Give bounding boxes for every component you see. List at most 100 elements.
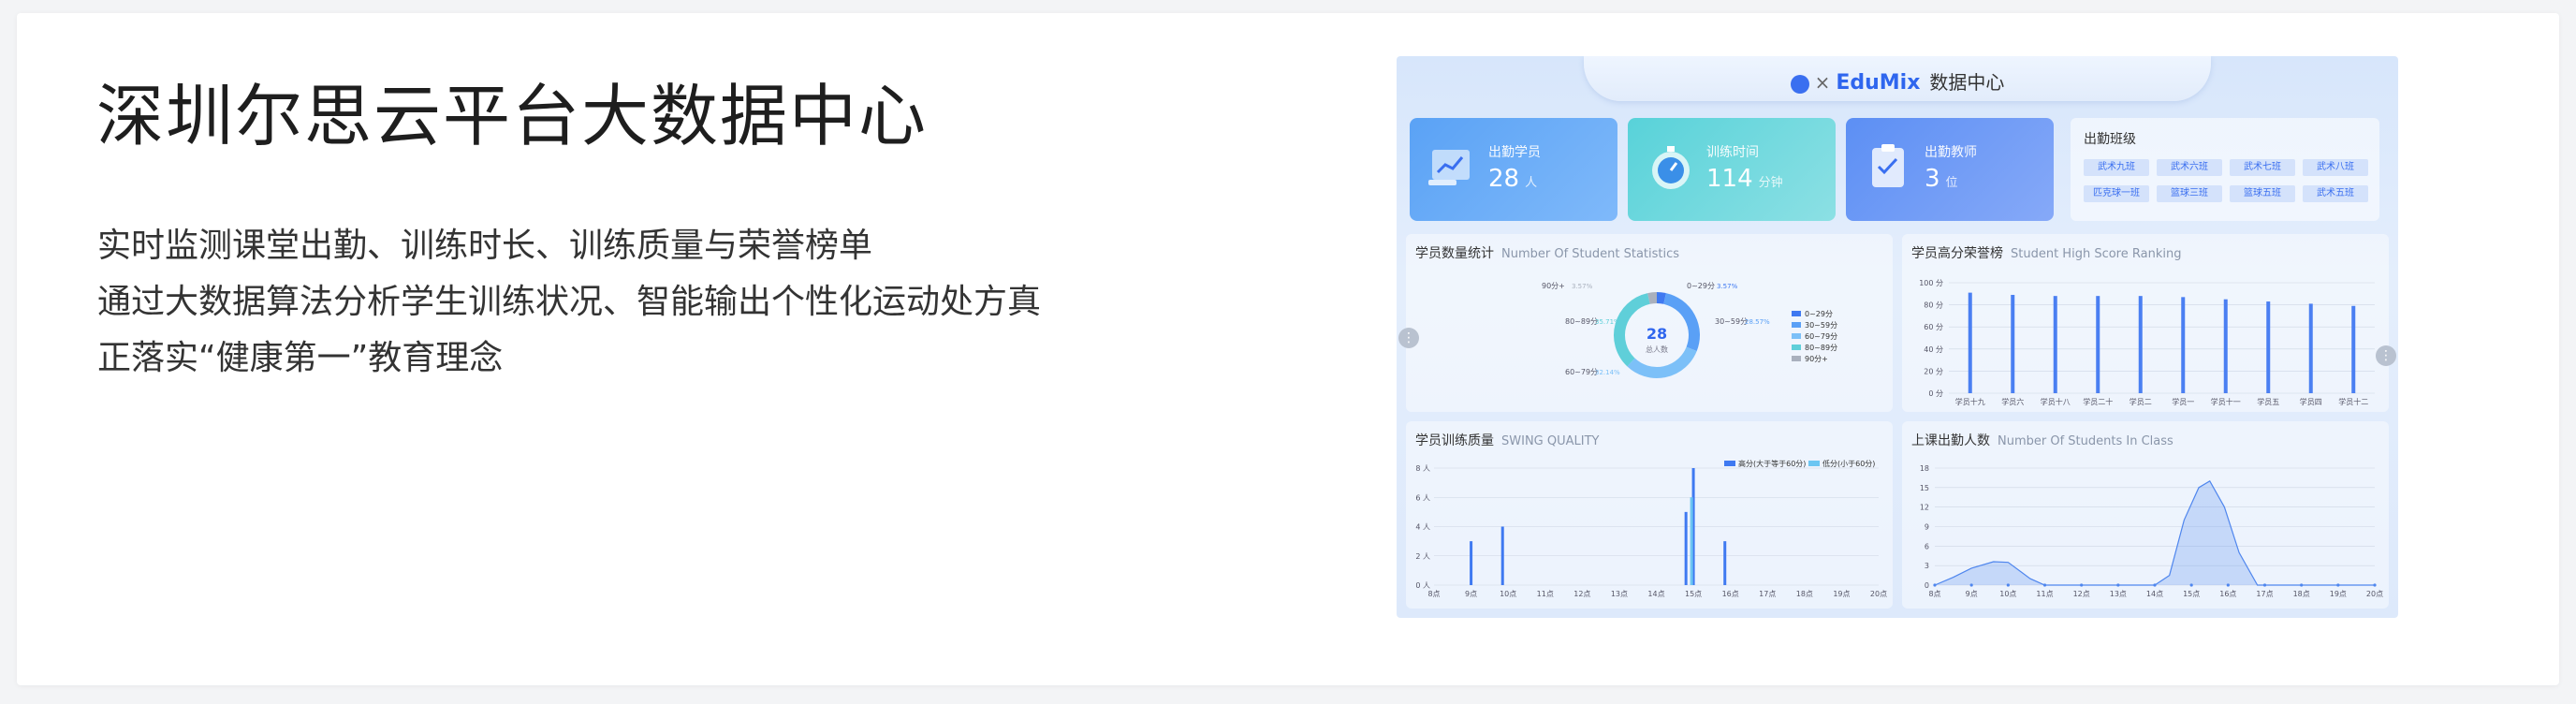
y-tick-label: 18 — [1920, 464, 1929, 473]
rank-bar — [2096, 296, 2100, 393]
legend-swatch — [1808, 461, 1820, 466]
description-line-2: 通过大数据算法分析学生训练状况、智能输出个性化运动处方真 — [97, 283, 1042, 321]
x-tick-label: 17点 — [2256, 590, 2273, 598]
more-vertical-icon[interactable]: ⋮ — [1398, 328, 1419, 348]
y-tick-label: 6 人 — [1415, 493, 1430, 502]
donut-center-value: 28 — [1647, 325, 1667, 343]
legend-label: 高分(大于等于60分) — [1738, 459, 1806, 468]
school-logo-icon — [1790, 74, 1809, 94]
x-tick-label: 学员六 — [2001, 397, 2024, 406]
data-point — [2116, 583, 2120, 587]
x-tick-label: 20点 — [1870, 590, 1887, 598]
donut-label-pct: 35.71% — [1595, 318, 1620, 326]
donut-slice — [1647, 292, 1658, 304]
x-tick-label: 16点 — [1722, 590, 1739, 598]
attendance-classes: 出勤班级 武术九班 武术六班 武术七班 武术八班 匹克球一班 篮球三班 篮球五班 武术五班 — [2071, 118, 2379, 221]
x-tick-label: 学员一 — [2172, 397, 2194, 406]
rank-bar — [2053, 296, 2057, 393]
donut-label-pct: 3.57% — [1572, 283, 1593, 290]
stat-card-students: 出勤学员 28 人 — [1410, 118, 1617, 221]
data-point — [2042, 583, 2047, 587]
rank-bar — [2181, 297, 2186, 393]
quality-bar — [1684, 511, 1688, 585]
panel-student-stats: 学员数量统计 Number Of Student Statistics 28 总人数… — [1406, 234, 1893, 412]
y-tick-label: 0 人 — [1415, 581, 1430, 590]
y-tick-label: 3 — [1925, 562, 1929, 570]
brand-separator: × — [1814, 71, 1831, 94]
panel-ranking: 学员高分荣誉榜 Student High Score Ranking 100 分8… — [1902, 234, 2389, 412]
brand-title: 数据中心 — [1929, 71, 2005, 94]
rank-bar — [2308, 303, 2313, 393]
legend-swatch — [1792, 345, 1801, 350]
donut-slice — [1614, 293, 1650, 367]
rank-bar — [2011, 294, 2015, 393]
dashboard-header: × EduMix 数据中心 — [1397, 56, 2398, 105]
stat-value: 114 分钟 — [1706, 165, 1783, 193]
x-tick-label: 15点 — [1685, 590, 1702, 598]
x-tick-label: 学员十一 — [2211, 397, 2241, 406]
rank-bar — [2351, 305, 2356, 393]
donut-label: 80~89分 — [1565, 317, 1598, 326]
legend-swatch — [1724, 461, 1735, 466]
classes-list: 武术九班 武术六班 武术七班 武术八班 匹克球一班 篮球三班 篮球五班 武术五班 — [2084, 159, 2374, 202]
y-tick-label: 20 分 — [1924, 367, 1943, 375]
stopwatch-icon — [1652, 146, 1690, 189]
edumix-logo: EduMix — [1836, 71, 1921, 95]
data-point — [2080, 583, 2084, 587]
rank-bar — [2266, 301, 2271, 393]
x-tick-label: 12点 — [2073, 590, 2090, 598]
clipboard-icon — [1872, 144, 1904, 187]
x-tick-label: 16点 — [2219, 590, 2236, 598]
page-title: 深圳尔思云平台大数据中心 — [96, 77, 929, 155]
donut-center-label: 总人数 — [1646, 345, 1668, 354]
y-tick-label: 100 分 — [1919, 279, 1943, 287]
quality-bar — [1690, 497, 1693, 585]
donut-label-pct: 28.57% — [1745, 318, 1770, 326]
y-tick-label: 15 — [1920, 484, 1929, 492]
x-tick-label: 12点 — [1573, 590, 1590, 598]
legend-label: 低分(小于60分) — [1822, 459, 1875, 468]
x-tick-label: 10点 — [1500, 590, 1516, 598]
data-point — [2006, 583, 2010, 587]
dashboard-screenshot: × EduMix 数据中心 出勤学员 28 人 训练时间 114 分钟 出勤教师 3位 … — [1397, 56, 2398, 618]
ranking-bar-chart: 100 分 80 分 60 分 40 分 20 分 0 分学员十九 学员六 学员十八 学员二十 学… — [1919, 279, 2375, 406]
x-tick-label: 11点 — [2036, 590, 2053, 598]
attendance-area-chart: 18 15 12 9 6 3 08点 9点 10点 11点 12点 13点 14点 15点 16点 17点 18… — [1920, 464, 2383, 598]
x-tick-label: 14点 — [1647, 590, 1664, 598]
x-tick-label: 8点 — [1928, 590, 1940, 598]
y-tick-label: 0 — [1925, 581, 1929, 590]
stat-card-training-time: 训练时间 114 分钟 — [1628, 118, 1836, 221]
donut-label: 90分+ — [1542, 282, 1565, 290]
y-tick-label: 12 — [1920, 504, 1929, 512]
panel-swing: 学员训练质量 SWING QUALITY 8 人6 人4 人2 人0 人 8点 9点 1… — [1406, 421, 1893, 609]
y-tick-label: 4 人 — [1415, 523, 1430, 532]
x-tick-label: 学员十二 — [2338, 397, 2368, 406]
rank-bar — [1968, 292, 1972, 393]
legend-swatch — [1792, 322, 1801, 328]
x-tick-label: 15点 — [2183, 590, 2200, 598]
stat-value: 28 人 — [1488, 165, 1538, 193]
classes-title: 出勤班级 — [2084, 132, 2136, 147]
quality-bar — [1470, 541, 1473, 585]
x-tick-label: 19点 — [2330, 590, 2347, 598]
class-chip: 武术八班 — [2303, 159, 2368, 176]
x-tick-label: 9点 — [1966, 590, 1978, 598]
stat-label: 出勤学员 — [1488, 145, 1541, 160]
quality-bar — [1723, 541, 1727, 585]
x-tick-label: 13点 — [2110, 590, 2127, 598]
x-tick-label: 18点 — [2293, 590, 2310, 598]
donut-label-pct: 3.57% — [1717, 283, 1738, 290]
data-point — [2336, 583, 2340, 587]
x-tick-label: 学员二 — [2130, 397, 2152, 406]
data-point — [2300, 583, 2304, 587]
data-point — [2226, 583, 2230, 587]
x-tick-label: 学员四 — [2300, 397, 2322, 406]
legend-swatch — [1792, 311, 1801, 316]
description-line-3: 正落实“健康第一”教育理念 — [97, 339, 504, 377]
data-point — [2373, 583, 2377, 587]
legend-swatch — [1792, 356, 1801, 361]
x-tick-label: 10点 — [1999, 590, 2016, 598]
more-vertical-icon[interactable]: ⋮ — [2376, 345, 2396, 366]
data-point — [1969, 583, 1973, 587]
quality-bar — [1500, 526, 1504, 585]
